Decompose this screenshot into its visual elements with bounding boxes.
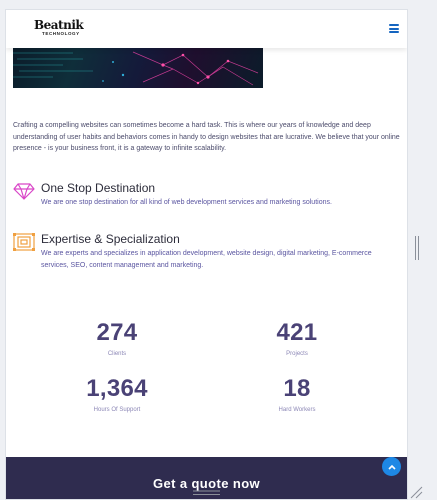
logo[interactable]: Beatnik TECHNOLOGY: [34, 18, 84, 37]
scroll-to-top-button[interactable]: [382, 457, 401, 476]
stat-label: Hard Workers: [278, 407, 316, 413]
hamburger-line: [389, 27, 399, 30]
stat-clients: 274 Clients: [52, 320, 182, 358]
corner-resize-handle[interactable]: [410, 486, 423, 499]
stat-number: 1,364: [86, 375, 148, 402]
hero-abstract-graphic: [13, 51, 259, 86]
stat-projects: 421 Projects: [232, 320, 362, 358]
stat-label: Projects: [286, 351, 308, 357]
navbar: Beatnik TECHNOLOGY: [6, 10, 407, 48]
feature-description: We are experts and specializes in applic…: [41, 250, 372, 269]
expertise-icon: [13, 233, 35, 251]
hamburger-line: [389, 24, 399, 26]
chevron-up-icon: [387, 464, 396, 470]
diamond-icon: [13, 183, 35, 200]
hamburger-menu-icon[interactable]: [389, 24, 399, 33]
stat-hard-workers: 18 Hard Workers: [232, 376, 362, 414]
stat-number: 274: [96, 319, 138, 346]
stat-label: Hours Of Support: [93, 407, 141, 413]
stat-label: Clients: [107, 351, 127, 357]
feature-title: Expertise & Specialization: [41, 232, 180, 246]
horizontal-resize-handle[interactable]: [193, 489, 220, 497]
vertical-resize-handle[interactable]: [414, 236, 420, 260]
stat-number: 421: [276, 319, 318, 346]
feature-description: We are one stop destination for all kind…: [41, 199, 332, 206]
mobile-preview-frame: Beatnik TECHNOLOGY Crafting a compelling…: [5, 9, 408, 500]
feature-title: One Stop Destination: [41, 181, 156, 195]
logo-main-text: Beatnik: [34, 18, 84, 32]
logo-sub-text: TECHNOLOGY: [42, 31, 80, 36]
hamburger-line: [389, 31, 399, 33]
hero-image: [13, 47, 263, 88]
stat-hours-support: 1,364 Hours Of Support: [52, 376, 182, 414]
stat-number: 18: [283, 375, 311, 402]
intro-paragraph: Crafting a compelling websites can somet…: [13, 122, 400, 153]
